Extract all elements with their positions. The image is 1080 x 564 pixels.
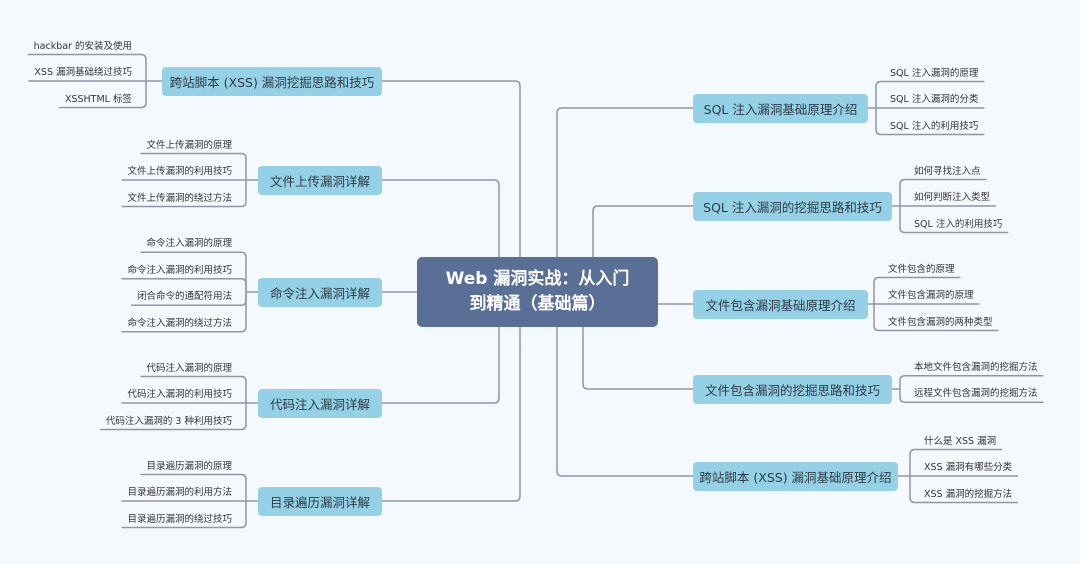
leaf-topic[interactable]: XSSHTML 标签 xyxy=(65,94,132,106)
leaf-topic[interactable]: SQL 注入的利用技巧 xyxy=(914,219,1002,231)
leaf-topic[interactable]: 文件上传漏洞的利用技巧 xyxy=(127,166,232,178)
leaf-topic[interactable]: 什么是 XSS 漏洞 xyxy=(924,436,996,448)
right-branch-3[interactable]: 文件包含漏洞基础原理介绍 xyxy=(693,289,868,319)
leaf-topic[interactable]: 代码注入漏洞的原理 xyxy=(146,363,232,375)
leaf-topic[interactable]: 如何判断注入类型 xyxy=(914,192,990,204)
left-branch-3[interactable]: 命令注入漏洞详解 xyxy=(258,277,382,307)
left-branch-4[interactable]: 代码注入漏洞详解 xyxy=(258,388,382,418)
leaf-topic[interactable]: 代码注入漏洞的 3 种利用技巧 xyxy=(106,416,232,428)
connector-line xyxy=(582,327,693,390)
root-title-line2: 到精通（基础篇） xyxy=(469,294,606,314)
leaf-topic[interactable]: 命令注入漏洞的原理 xyxy=(146,238,232,250)
leaf-topic[interactable]: 如何寻找注入点 xyxy=(914,166,981,178)
leaf-topic[interactable]: SQL 注入的利用技巧 xyxy=(890,121,978,133)
leaf-topic[interactable]: 本地文件包含漏洞的挖掘方法 xyxy=(914,362,1038,374)
left-branch-2[interactable]: 文件上传漏洞详解 xyxy=(258,165,382,195)
root-topic[interactable]: Web 漏洞实战：从入门 到精通（基础篇） xyxy=(417,257,658,327)
root-title-line1: Web 漏洞实战：从入门 xyxy=(445,269,630,289)
leaf-topic[interactable]: 目录遍历漏洞的利用方法 xyxy=(127,487,232,499)
leaf-topic[interactable]: 文件上传漏洞的绕过方法 xyxy=(127,193,232,205)
leaf-topic[interactable]: 文件上传漏洞的原理 xyxy=(146,140,232,152)
leaf-topic[interactable]: 远程文件包含漏洞的挖掘方法 xyxy=(914,388,1038,400)
leaf-topic[interactable]: 命令注入漏洞的利用技巧 xyxy=(127,265,232,277)
left-branch-5[interactable]: 目录遍历漏洞详解 xyxy=(258,486,382,516)
leaf-topic[interactable]: SQL 注入漏洞的分类 xyxy=(890,94,978,106)
left-branch-1[interactable]: 跨站脚本 (XSS) 漏洞挖掘思路和技巧 xyxy=(162,66,382,96)
right-branch-1[interactable]: SQL 注入漏洞基础原理介绍 xyxy=(693,93,868,123)
right-branch-2[interactable]: SQL 注入漏洞的挖掘思路和技巧 xyxy=(693,191,892,221)
leaf-topic[interactable]: 闭合命令的通配符用法 xyxy=(137,291,232,303)
leaf-topic[interactable]: 文件包含漏洞的两种类型 xyxy=(888,317,993,329)
connector-line xyxy=(382,179,500,257)
leaf-topic[interactable]: 代码注入漏洞的利用技巧 xyxy=(127,389,232,401)
leaf-topic[interactable]: 目录遍历漏洞的原理 xyxy=(146,461,232,473)
leaf-topic[interactable]: 文件包含的原理 xyxy=(888,264,955,276)
leaf-topic[interactable]: 命令注入漏洞的绕过方法 xyxy=(127,318,232,330)
leaf-topic[interactable]: 文件包含漏洞的原理 xyxy=(888,290,974,302)
leaf-topic[interactable]: 目录遍历漏洞的绕过技巧 xyxy=(127,514,232,526)
leaf-topic[interactable]: XSS 漏洞的挖掘方法 xyxy=(924,489,1012,501)
connector-line xyxy=(899,375,1044,389)
leaf-topic[interactable]: SQL 注入漏洞的原理 xyxy=(890,68,978,80)
leaf-topic[interactable]: XSS 漏洞有哪些分类 xyxy=(924,462,1012,474)
leaf-topic[interactable]: hackbar 的安装及使用 xyxy=(34,41,132,53)
connector-line xyxy=(592,205,693,257)
right-branch-4[interactable]: 文件包含漏洞的挖掘思路和技巧 xyxy=(693,374,892,404)
right-branch-5[interactable]: 跨站脚本 (XSS) 漏洞基础原理介绍 xyxy=(693,461,898,491)
connector-line xyxy=(556,107,693,257)
connector-line xyxy=(556,327,693,477)
leaf-topic[interactable]: XSS 漏洞基础绕过技巧 xyxy=(34,67,132,79)
connector-line xyxy=(382,327,500,404)
connector-line xyxy=(121,278,247,292)
